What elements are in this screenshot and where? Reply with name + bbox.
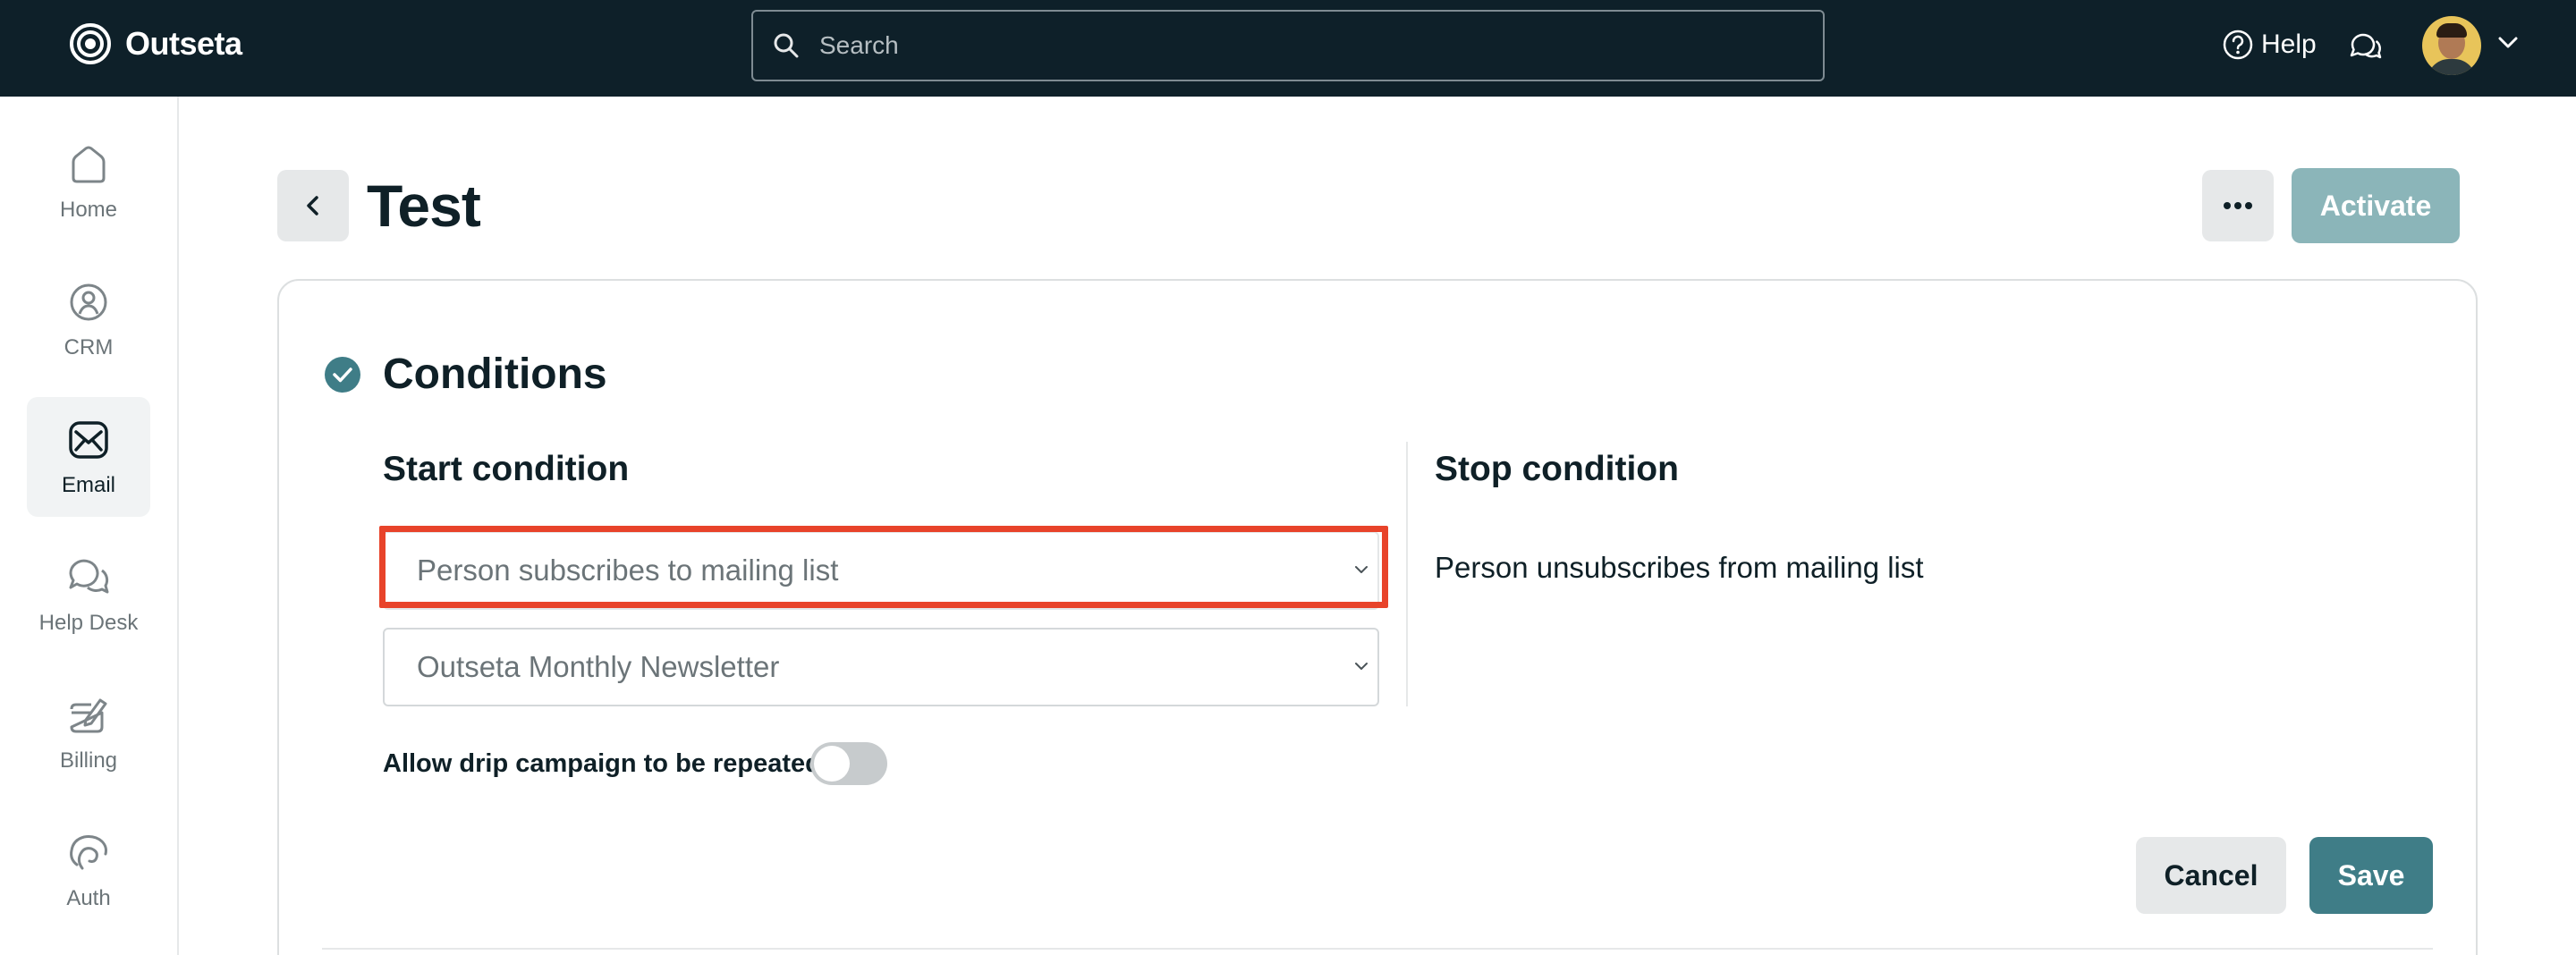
stop-condition-title: Stop condition xyxy=(1435,450,1679,488)
stop-condition-text: Person unsubscribes from mailing list xyxy=(1435,551,1924,584)
sidebar-item-label: CRM xyxy=(64,335,114,359)
search-box[interactable] xyxy=(751,10,1825,81)
conditions-title: Conditions xyxy=(383,351,607,398)
chevron-left-icon xyxy=(307,196,318,216)
chevron-down-icon xyxy=(1355,566,1368,573)
crm-icon xyxy=(70,283,107,321)
chevron-down-icon[interactable] xyxy=(2496,34,2521,52)
cancel-button[interactable]: Cancel xyxy=(2136,837,2286,914)
more-options-button[interactable] xyxy=(2202,170,2274,241)
sidebar-item-crm[interactable]: CRM xyxy=(27,259,150,379)
repeat-toggle-label: Allow drip campaign to be repeated xyxy=(383,749,821,778)
top-bar: Outseta Help xyxy=(0,0,2576,97)
section-divider xyxy=(322,948,2433,950)
sidebar-item-label: Home xyxy=(59,198,118,222)
home-icon xyxy=(72,146,106,183)
mailing-list-select[interactable]: Outseta Monthly Newsletter xyxy=(383,628,1379,706)
sidebar-item-auth[interactable]: Auth xyxy=(27,810,150,930)
more-horizontal-icon xyxy=(2224,202,2252,209)
sidebar-item-home[interactable]: Home xyxy=(27,122,150,241)
back-button[interactable] xyxy=(277,170,349,241)
check-circle-icon xyxy=(325,357,360,393)
sidebar-item-label: Help Desk xyxy=(38,611,139,635)
sidebar-item-email[interactable]: Email xyxy=(27,397,150,517)
toggle-knob xyxy=(814,746,850,782)
sidebar-item-label: Billing xyxy=(59,748,118,773)
sidebar-item-help-desk[interactable]: Help Desk xyxy=(27,535,150,655)
help-label: Help xyxy=(2261,30,2317,59)
sidebar-item-label: Email xyxy=(61,473,115,497)
help-desk-icon xyxy=(69,559,109,594)
chat-icon[interactable] xyxy=(2347,29,2383,64)
column-divider xyxy=(1406,442,1408,706)
mailing-list-value: Outseta Monthly Newsletter xyxy=(417,650,780,683)
user-avatar[interactable] xyxy=(2422,16,2481,75)
sidebar-item-label: Auth xyxy=(66,886,111,910)
chevron-down-icon xyxy=(1355,663,1368,670)
email-icon xyxy=(69,421,108,459)
start-trigger-select[interactable]: Person subscribes to mailing list xyxy=(383,531,1379,610)
sidebar-item-billing[interactable]: Billing xyxy=(27,672,150,792)
repeat-toggle[interactable] xyxy=(810,742,887,785)
outseta-logo-icon xyxy=(70,23,111,64)
page-title: Test xyxy=(367,173,481,239)
billing-icon xyxy=(70,698,107,733)
start-condition-title: Start condition xyxy=(383,450,630,488)
search-icon xyxy=(774,33,799,58)
brand-logo[interactable]: Outseta xyxy=(68,21,242,66)
brand-name: Outseta xyxy=(125,25,242,62)
search-input[interactable] xyxy=(819,31,1803,60)
auth-icon xyxy=(70,835,107,870)
sidebar: Home CRM Email Help Desk Billing Auth xyxy=(0,97,179,955)
start-trigger-value: Person subscribes to mailing list xyxy=(417,554,839,587)
save-button[interactable]: Save xyxy=(2309,837,2433,914)
question-circle-icon xyxy=(2223,30,2253,60)
activate-button[interactable]: Activate xyxy=(2292,168,2460,243)
help-link[interactable]: Help xyxy=(2222,29,2317,61)
